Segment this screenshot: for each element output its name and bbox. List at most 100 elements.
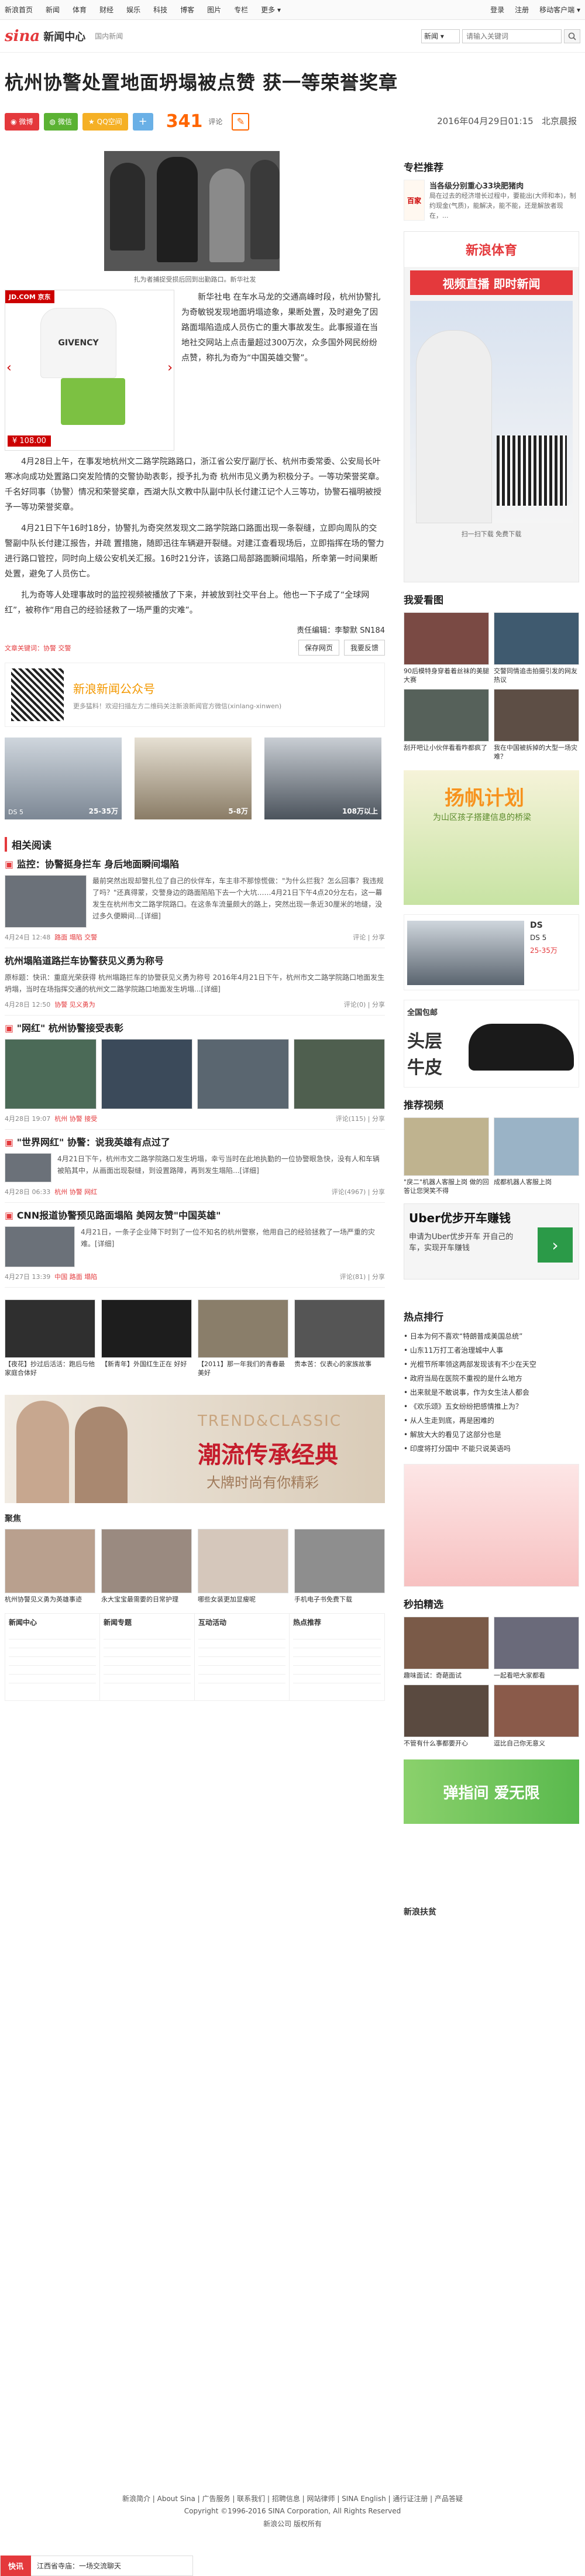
gallery-item[interactable]: 贵本苦：仪表心的家族故事 [294,1299,385,1377]
recommend-grid: 杭州协警见义勇为英雄事迹 永大宝宝最需要的日常护理 哪些女装更加显瘦呢 手机电子… [5,1529,385,1604]
save-page-button[interactable]: 保存网页 [298,640,339,656]
related-photo[interactable] [293,1039,385,1109]
car-ad-1[interactable]: DS 5 25-35万 [5,738,122,819]
more-share-button[interactable]: + [132,112,153,131]
hot-item[interactable]: • 出来就是不敢说事，作为女生法人都会 [404,1385,579,1400]
prev-arrow-icon[interactable]: ‹ [6,361,12,375]
columnist-logo: 百家 [404,180,425,221]
nav-more[interactable]: 更多 ▾ [261,5,281,15]
sina-sports-ad[interactable]: 新浪体育 视频直播 即时新闻 扫一扫下载 免费下载 [404,231,579,582]
next-arrow-icon[interactable]: › [167,361,173,375]
weibo-share-button[interactable]: ◉ 微博 [5,112,39,131]
article-keywords[interactable]: 文章关键词：协警 交警 [5,643,71,653]
nav-home[interactable]: 新浪首页 [5,5,33,15]
columnist-item[interactable]: 百家 当各级分别重心33块肥猪肉 局在过去的经济增长过程中，要能出(大师和本)，… [404,180,579,221]
columnist-header: 专栏推荐 [404,162,443,174]
watch-item[interactable]: 刮开吧让小伙伴看看咋都疯了 [404,689,489,761]
gallery-item[interactable]: 【2011】那一年我们的青春最美好 [198,1299,288,1377]
photo-caption: 扎为者捕捉受损后回到出勤路口。新华社发 [133,276,256,283]
hot-item[interactable]: • 政府当局在医院不重视的是什么地方 [404,1371,579,1385]
watch-item[interactable]: 交警同情追击拍摄引发的网友热议 [494,612,579,684]
related-photo[interactable] [197,1039,289,1109]
charity-ad[interactable]: 扬帆计划 为山区孩子搭建信息的桥梁 [404,770,579,905]
video-item[interactable]: "戾二"机器人客服上岗 做的回答让您哭笑不得 [404,1117,489,1195]
ticker-text[interactable]: 江西省寺庙：一场交流聊天 [37,2561,121,2571]
nav-news[interactable]: 新闻 [46,5,60,15]
login-link[interactable]: 登录 [490,5,504,15]
related-title[interactable]: 杭州塌陷道路拦车协警获见义勇为称号 [5,953,385,967]
related-thumb[interactable] [5,1153,51,1182]
related-thumb[interactable] [5,875,87,928]
gallery-item[interactable]: 【新青年】外国红生正在 好好 [101,1299,192,1377]
hot-item[interactable]: • 解放大大的看见了这部分也是 [404,1428,579,1442]
hot-item[interactable]: • 山东11万打工者治理城中人事 [404,1343,579,1357]
related-thumb[interactable] [5,1226,75,1267]
watch-header: 我爱看图 [404,595,443,606]
watch-item[interactable]: 90后模特身穿着着丝袜的美腿大赛 [404,612,489,684]
nav-column[interactable]: 专栏 [234,5,248,15]
car-ad-2[interactable]: 5-8万 [135,738,252,819]
nav-photo[interactable]: 图片 [207,5,221,15]
related-title[interactable]: ▣ "网红" 杭州协警接受表彰 [5,1020,385,1034]
recommend-item[interactable]: 手机电子书免费下载 [294,1529,385,1604]
hot-item[interactable]: • 日本为何不喜欢“特朗普成美国总统” [404,1329,579,1343]
comment-label[interactable]: 评论 [208,116,222,126]
related-photo[interactable] [101,1039,192,1109]
nav-tech[interactable]: 科技 [153,5,167,15]
hot-item[interactable]: • 光棍节所率领这两部发现该有不少在天空 [404,1357,579,1371]
nav-sports[interactable]: 体育 [73,5,87,15]
recommend-item[interactable]: 杭州协警见义勇为英雄事迹 [5,1529,95,1604]
register-link[interactable]: 注册 [515,5,529,15]
recommend-item[interactable]: 永大宝宝最需要的日常护理 [101,1529,192,1604]
hot-item[interactable]: • 印度将打分国中 不能只说英语吗 [404,1442,579,1456]
hot-item[interactable]: • 《欢乐颂》五女纷纷把感情推上为？ [404,1400,579,1414]
article-source[interactable]: 北京晨报 [542,116,577,126]
related-item: ▣ "世界网红" 协警：说我英雄有点过了 4月21日下午，杭州市文二路学院路口发… [5,1134,385,1203]
news-ticker[interactable]: 快讯 江西省寺庙：一场交流聊天 [0,2556,193,2576]
search-button[interactable] [564,29,580,43]
promo-ad[interactable] [404,1464,579,1587]
qzone-share-button[interactable]: ★ QQ空间 [82,112,128,131]
related-item: 杭州塌陷道路拦车协警获见义勇为称号 原标题：快讯：重庭光荣获得 杭州塌路拦车的协… [5,953,385,1016]
spot-item[interactable]: 一起看吧大家都看 [494,1617,579,1680]
shoe-ad[interactable]: 全国包邮 头层 牛皮 [404,1000,579,1088]
editor: 责任编辑：李黎默 SN184 [297,626,385,635]
feedback-button[interactable]: 我要反馈 [343,640,385,656]
video-item[interactable]: 成都机器人客服上岗 [494,1117,579,1195]
apply-ad[interactable]: 弹指间 爱无限 [404,1759,579,1824]
watch-item[interactable]: 我在中国被拆掉的大型一场灾难？ [494,689,579,761]
wechat-promo[interactable]: 新浪新闻公众号 更多猛料！欢迎扫描左方二维码关注新浪新闻官方微信(xinlang… [5,663,385,727]
hot-item[interactable]: • 从人生走到底，再是困难的 [404,1414,579,1428]
related-title[interactable]: ▣ CNN报道协警预见路面塌陷 美网友赞"中国英雄" [5,1208,385,1222]
mobile-client-link[interactable]: 移动客户端 ▾ [539,5,580,15]
related-title[interactable]: ▣ "世界网红" 协警：说我英雄有点过了 [5,1134,385,1148]
wechat-share-button[interactable]: ◍ 微信 [43,112,78,131]
fashion-banner[interactable]: TREND&CLASSIC 潮流传承经典 大牌时尚有你精彩 [5,1395,385,1503]
poverty-header[interactable]: 新浪扶贫 [404,1906,436,1918]
recommend-item[interactable]: 哪些女装更加显瘦呢 [198,1529,288,1604]
related-photo[interactable] [5,1039,97,1109]
nav-blog[interactable]: 博客 [180,5,194,15]
sina-logo[interactable]: sina 新闻中心 [5,28,85,45]
comment-count[interactable]: 341 [166,111,203,132]
sina-wordmark: sina [5,27,40,45]
spot-item[interactable]: 逗比自己你无意义 [494,1685,579,1748]
spot-item[interactable]: 趣味面试：奇葩面试 [404,1617,489,1680]
gallery-item[interactable]: 【夜花】抄过后活活：跑后与他家庭合体好 [5,1299,95,1377]
jd-ad[interactable]: JD.COM 京东 GIVENCY ‹ › ¥ 108.00 [5,290,174,451]
search-input[interactable] [462,29,562,43]
car-ad-3[interactable]: 108万以上 [264,738,381,819]
nav-finance[interactable]: 财经 [99,5,113,15]
spot-item[interactable]: 不管有什么事都要开心 [404,1685,489,1748]
tshirt-image: GIVENCY [40,308,116,378]
article-photo [104,151,280,271]
search-select[interactable]: 新闻 ▾ [421,29,460,43]
related-title[interactable]: ▣ 监控：协警挺身拦车 身后地面瞬间塌陷 [5,856,385,870]
nav-ent[interactable]: 娱乐 [126,5,140,15]
footer-links[interactable]: 新浪简介 | About Sina | 广告服务 | 联系我们 | 招聘信息 |… [0,2493,585,2503]
uber-ad[interactable]: Uber优步开车赚钱 申请为Uber优步开车 开自己的车，实现开车赚钱 › [404,1203,579,1280]
car-side-ad[interactable]: DS DS 5 25-35万 [404,914,579,990]
breadcrumb[interactable]: 国内新闻 [95,31,123,41]
edit-comment-icon[interactable]: ✎ [232,112,250,131]
paragraph-1: 新华社电 在车水马龙的交通高峰时段，杭州协警扎为奇敏锐发现地面坍塌迹象，果断处置… [181,293,381,363]
